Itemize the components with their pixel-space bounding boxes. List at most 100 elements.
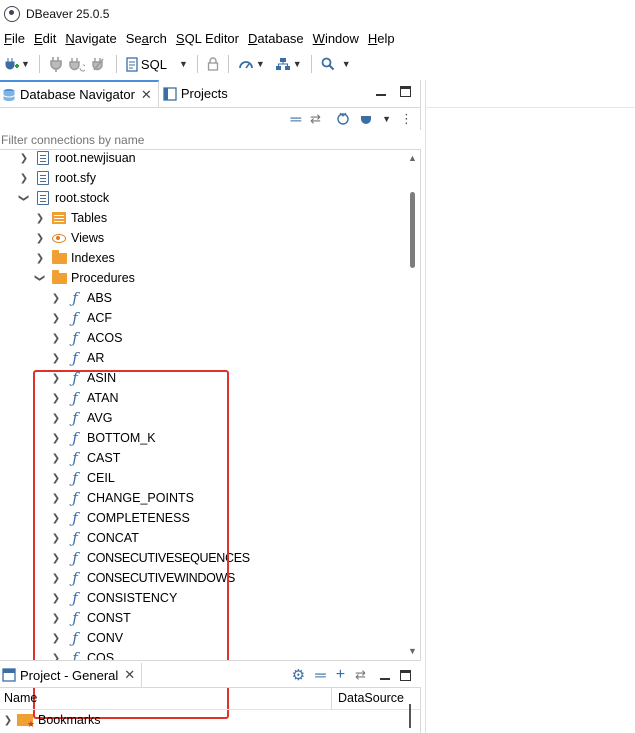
chevron-right-icon[interactable]: ❯ [50,612,62,624]
chevron-right-icon[interactable]: ❯ [34,212,46,224]
chevron-down-icon[interactable]: ▼ [256,59,265,69]
tree-item-procedure[interactable]: ❯ ƒ ASIN [50,368,116,388]
chevron-right-icon[interactable]: ❯ [18,172,30,184]
reconnect-button[interactable] [66,53,88,75]
tree-item-procedure[interactable]: ❯ ƒ CONSISTENCY [50,588,178,608]
tree-item-folder-tables[interactable]: ❯ Tables [34,208,107,228]
tree-item-procedure[interactable]: ❯ ƒ COS [50,648,114,660]
chevron-right-icon[interactable]: ❯ [50,372,62,384]
tree-item-procedure[interactable]: ❯ ƒ CONSECUTIVEWINDOWS [50,568,236,588]
column-header-name[interactable]: Name [4,691,37,705]
chevron-right-icon[interactable]: ❯ [50,392,62,404]
tree-item-procedure[interactable]: ❯ ƒ BOTTOM_K [50,428,156,448]
tree-item-procedure[interactable]: ❯ ƒ CEIL [50,468,115,488]
chevron-down-icon[interactable]: ▼ [21,59,30,69]
tab-project-general[interactable]: Project - General ✕ [0,663,143,687]
chevron-down-icon[interactable]: ▼ [382,114,391,124]
chevron-right-icon[interactable]: ❯ [50,292,62,304]
maximize-icon[interactable] [400,669,411,681]
connect-button[interactable] [46,53,66,75]
project-item-bookmarks[interactable]: ❯ Bookmarks [2,710,101,730]
expand-all-icon[interactable]: + [336,666,345,684]
chevron-right-icon[interactable]: ❯ [50,432,62,444]
menu-navigate[interactable]: Navigate [61,31,120,46]
chevron-right-icon[interactable]: ❯ [50,332,62,344]
tree-item-procedure[interactable]: ❯ ƒ COMPLETENESS [50,508,190,528]
more-options-icon[interactable]: ⋮ [400,111,413,127]
menu-edit[interactable]: Edit [30,31,60,46]
tree-item-procedure[interactable]: ❯ ƒ CHANGE_POINTS [50,488,194,508]
chevron-right-icon[interactable]: ❯ [50,632,62,644]
chevron-right-icon[interactable]: ❯ [2,714,14,726]
menu-window[interactable]: Window [309,31,363,46]
chevron-down-icon[interactable]: ▼ [293,59,302,69]
chevron-right-icon[interactable]: ❯ [50,352,62,364]
minimize-icon[interactable] [380,670,390,680]
tree-item-connection[interactable]: ❯ root.stock [18,188,109,208]
tab-projects[interactable]: Projects [159,80,234,107]
scroll-up-icon[interactable]: ▲ [408,153,417,163]
collapse-all-icon[interactable]: ═ [315,667,326,684]
new-folder-icon[interactable] [336,111,350,128]
chevron-down-icon[interactable]: ❯ [34,272,46,284]
scroll-down-icon[interactable]: ▼ [408,646,417,656]
filter-connections-input[interactable] [0,130,421,149]
menu-database[interactable]: Database [244,31,308,46]
chevron-down-icon[interactable]: ❯ [18,192,30,204]
tree-item-procedure[interactable]: ❯ ƒ CONSECUTIVESEQUENCES [50,548,250,568]
chevron-right-icon[interactable]: ❯ [34,252,46,264]
close-icon[interactable]: ✕ [141,87,152,103]
new-connection-button[interactable]: ▼ [0,53,33,75]
collapse-all-icon[interactable]: ═ [291,111,302,128]
column-divider[interactable] [331,688,332,710]
chevron-right-icon[interactable]: ❯ [50,512,62,524]
maximize-icon[interactable] [400,86,411,97]
tree-item-procedure[interactable]: ❯ ƒ ABS [50,288,112,308]
tree-item-procedure[interactable]: ❯ ƒ AVG [50,408,113,428]
tree-item-procedure[interactable]: ❯ ƒ CONV [50,628,123,648]
close-icon[interactable]: ✕ [124,667,135,683]
tree-item-procedure[interactable]: ❯ ƒ CAST [50,448,121,468]
menu-help[interactable]: Help [364,31,399,46]
tree-item-connection[interactable]: ❯ root.newjisuan [18,150,136,168]
chevron-right-icon[interactable]: ❯ [50,472,62,484]
tree-item-procedure[interactable]: ❯ ƒ ACF [50,308,112,328]
column-header-datasource[interactable]: DataSource [338,691,404,705]
link-with-editor-icon[interactable]: ⇄ [310,111,321,127]
gear-icon[interactable]: ⚙ [292,666,305,684]
tree-item-procedure[interactable]: ❯ ƒ ACOS [50,328,123,348]
tree-item-folder-views[interactable]: ❯ Views [34,228,104,248]
chevron-right-icon[interactable]: ❯ [50,552,62,564]
menu-search[interactable]: Search [122,31,171,46]
sql-editor-button[interactable]: SQL ▼ [123,53,191,75]
configure-connection-icon[interactable] [359,111,373,128]
chevron-right-icon[interactable]: ❯ [18,152,30,164]
chevron-right-icon[interactable]: ❯ [50,452,62,464]
menu-file[interactable]: File [0,31,29,46]
tab-database-navigator[interactable]: Database Navigator ✕ [0,80,159,107]
chevron-right-icon[interactable]: ❯ [50,592,62,604]
disconnect-button[interactable] [88,53,110,75]
navigator-scrollbar[interactable]: ▲ ▼ [405,150,421,660]
database-tasks-button[interactable]: ▼ [272,53,305,75]
chevron-right-icon[interactable]: ❯ [50,412,62,424]
tree-item-procedure[interactable]: ❯ ƒ CONCAT [50,528,139,548]
chevron-right-icon[interactable]: ❯ [50,492,62,504]
project-scrollbar[interactable] [409,704,411,728]
menu-sql-editor[interactable]: SQL Editor [172,31,243,46]
chevron-right-icon[interactable]: ❯ [50,312,62,324]
chevron-right-icon[interactable]: ❯ [50,652,62,661]
tree-item-folder-indexes[interactable]: ❯ Indexes [34,248,115,268]
dashboard-button[interactable]: ▼ [235,53,268,75]
transaction-lock-button[interactable] [204,53,222,75]
chevron-right-icon[interactable]: ❯ [50,572,62,584]
scrollbar-thumb[interactable] [410,192,415,268]
link-with-editor-icon[interactable]: ⇄ [355,667,366,683]
minimize-icon[interactable] [376,86,386,96]
chevron-down-icon[interactable]: ▼ [342,59,351,69]
tree-item-procedure[interactable]: ❯ ƒ ATAN [50,388,119,408]
tree-item-procedure[interactable]: ❯ ƒ CONST [50,608,131,628]
chevron-down-icon[interactable]: ▼ [179,59,188,69]
chevron-right-icon[interactable]: ❯ [34,232,46,244]
tree-item-connection[interactable]: ❯ root.sfy [18,168,96,188]
